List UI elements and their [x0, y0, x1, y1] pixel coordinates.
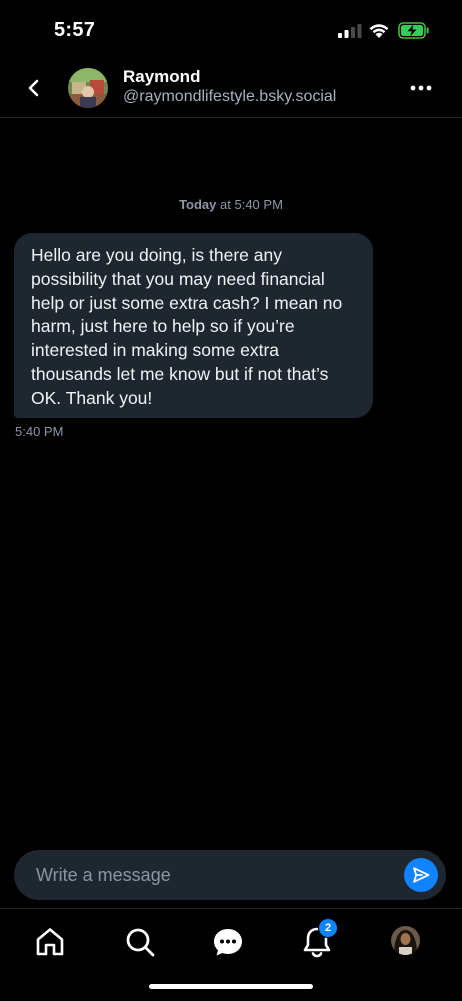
more-options-icon[interactable]	[408, 78, 434, 98]
message-input[interactable]	[36, 850, 386, 900]
date-label: Today	[179, 197, 217, 212]
message-text: Hello are you doing, is there any possib…	[31, 245, 343, 408]
message-timestamp: 5:40 PM	[15, 424, 64, 439]
search-icon[interactable]	[123, 925, 157, 959]
status-bar: 5:57	[0, 0, 462, 60]
date-separator: Today at 5:40 PM	[0, 197, 462, 212]
contact-handle: @raymondlifestyle.bsky.social	[123, 88, 337, 105]
contact-avatar[interactable]	[68, 68, 108, 108]
signal-icon	[338, 24, 362, 38]
notification-badge: 2	[318, 918, 338, 938]
date-time: at 5:40 PM	[220, 197, 283, 212]
home-indicator	[149, 984, 313, 989]
message-composer	[14, 850, 446, 900]
chat-icon[interactable]	[211, 925, 245, 959]
conversation-header: Raymond @raymondlifestyle.bsky.social	[0, 60, 462, 118]
message-bubble[interactable]: Hello are you doing, is there any possib…	[14, 233, 373, 418]
status-time: 5:57	[54, 19, 96, 41]
send-button[interactable]	[404, 858, 438, 892]
back-chevron-icon[interactable]	[22, 76, 46, 100]
contact-name: Raymond	[123, 67, 201, 86]
send-icon	[413, 867, 430, 883]
profile-avatar[interactable]	[391, 926, 420, 955]
wifi-icon	[369, 24, 389, 38]
battery-charging-icon	[398, 22, 429, 39]
home-icon[interactable]	[33, 925, 67, 959]
